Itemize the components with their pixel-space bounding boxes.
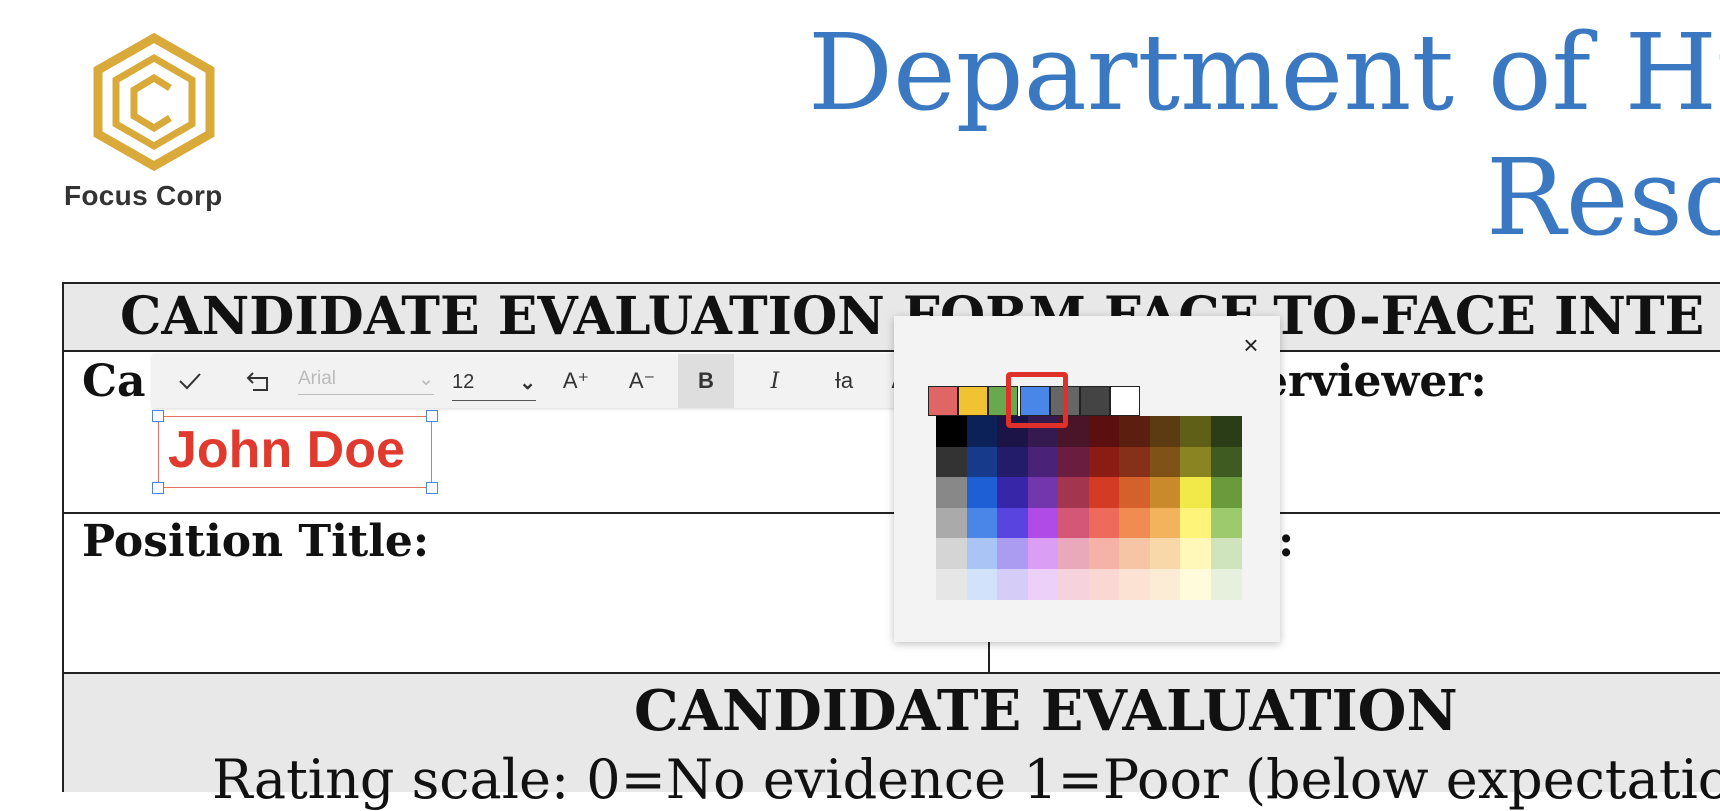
palette-color-swatch[interactable]	[1180, 538, 1211, 569]
increase-font-size-button[interactable]: A⁺	[554, 354, 598, 408]
position-title-label: Position Title:	[82, 516, 430, 567]
recent-color-swatch[interactable]	[1110, 386, 1140, 416]
palette-color-swatch[interactable]	[1058, 538, 1089, 569]
palette-color-swatch[interactable]	[1180, 568, 1211, 600]
palette-color-swatch[interactable]	[1180, 507, 1211, 539]
palette-color-swatch[interactable]	[1149, 477, 1181, 508]
resize-handle-top-left[interactable]	[152, 410, 164, 422]
palette-color-swatch[interactable]	[936, 507, 967, 539]
palette-color-swatch[interactable]	[1027, 568, 1059, 600]
interviewer-label: erviewer:	[1260, 356, 1487, 407]
palette-color-swatch[interactable]	[1088, 507, 1120, 539]
palette-color-swatch[interactable]	[966, 568, 998, 600]
department-heading-line1: Department of Hu	[808, 11, 1720, 134]
chevron-down-icon: ⌄	[519, 371, 536, 394]
palette-color-swatch[interactable]	[1180, 477, 1211, 508]
font-size-value: 12	[452, 370, 475, 393]
palette-color-swatch[interactable]	[1027, 507, 1059, 539]
confirm-button[interactable]	[170, 354, 210, 408]
decrease-font-size-button[interactable]: A⁻	[620, 354, 664, 408]
text-format-toolbar: Arial ⌄ 12 ⌄ A⁺ A⁻ B I Ɨa A	[152, 354, 912, 408]
candidate-name-label: Ca	[82, 356, 146, 407]
candidate-name-text[interactable]: John Doe	[168, 420, 405, 480]
resize-handle-top-right[interactable]	[426, 410, 438, 422]
table-divider	[62, 672, 1720, 674]
palette-color-swatch[interactable]	[936, 568, 967, 600]
palette-color-swatch[interactable]	[997, 446, 1028, 478]
table-divider	[62, 350, 1720, 352]
table-border-left	[62, 282, 64, 792]
font-size-select[interactable]: 12 ⌄	[452, 364, 536, 401]
palette-color-swatch[interactable]	[1149, 568, 1181, 600]
palette-color-swatch[interactable]	[1210, 568, 1242, 600]
palette-color-swatch[interactable]	[997, 568, 1028, 600]
palette-color-swatch[interactable]	[966, 507, 998, 539]
selected-color-highlight	[1006, 372, 1068, 428]
palette-color-swatch[interactable]	[997, 507, 1028, 539]
palette-color-swatch[interactable]	[1058, 568, 1089, 600]
palette-color-swatch[interactable]	[1210, 446, 1242, 478]
table-border-top	[62, 282, 1720, 284]
palette-color-swatch[interactable]	[1119, 416, 1150, 447]
palette-color-swatch[interactable]	[1180, 416, 1211, 447]
palette-color-swatch[interactable]	[1119, 477, 1150, 508]
palette-color-swatch[interactable]	[1088, 416, 1120, 447]
palette-color-swatch[interactable]	[997, 538, 1028, 569]
palette-color-swatch[interactable]	[1058, 477, 1089, 508]
palette-color-swatch[interactable]	[966, 446, 998, 478]
palette-color-swatch[interactable]	[1119, 446, 1150, 478]
palette-color-swatch[interactable]	[1088, 477, 1120, 508]
palette-color-swatch[interactable]	[1119, 568, 1150, 600]
palette-color-swatch[interactable]	[936, 538, 967, 569]
palette-color-swatch[interactable]	[1210, 477, 1242, 508]
palette-color-swatch[interactable]	[1210, 507, 1242, 539]
palette-color-swatch[interactable]	[1027, 477, 1059, 508]
clear-formatting-button[interactable]: Ɨa	[822, 354, 866, 408]
rating-scale-text: Rating scale: 0=No evidence 1=Poor (belo…	[212, 748, 1720, 811]
palette-color-swatch[interactable]	[1149, 538, 1181, 569]
chevron-down-icon: ⌄	[418, 368, 434, 390]
palette-color-swatch[interactable]	[997, 477, 1028, 508]
table-column-divider	[988, 640, 990, 674]
table-divider	[62, 512, 1720, 514]
palette-color-swatch[interactable]	[1149, 416, 1181, 447]
palette-color-swatch[interactable]	[1149, 507, 1181, 539]
palette-color-swatch[interactable]	[1119, 507, 1150, 539]
font-family-select[interactable]: Arial ⌄	[298, 364, 434, 395]
palette-color-swatch[interactable]	[936, 416, 967, 447]
palette-color-swatch[interactable]	[1088, 538, 1120, 569]
italic-button[interactable]: I	[750, 354, 800, 408]
bold-button[interactable]: B	[678, 354, 734, 408]
palette-color-swatch[interactable]	[1180, 446, 1211, 478]
palette-color-swatch[interactable]	[966, 416, 998, 447]
palette-color-swatch[interactable]	[936, 446, 967, 478]
palette-color-swatch[interactable]	[966, 477, 998, 508]
palette-color-swatch[interactable]	[1210, 416, 1242, 447]
check-icon	[179, 373, 201, 390]
recent-color-swatch[interactable]	[958, 386, 988, 416]
palette-color-swatch[interactable]	[1149, 446, 1181, 478]
department-heading-line2: Reso	[1486, 136, 1720, 259]
palette-color-swatch[interactable]	[966, 538, 998, 569]
font-family-value: Arial	[298, 368, 337, 389]
resize-handle-bottom-left[interactable]	[152, 482, 164, 494]
evaluation-title: CANDIDATE EVALUATION	[634, 678, 1458, 744]
palette-color-swatch[interactable]	[1088, 568, 1120, 600]
close-icon[interactable]: ×	[1236, 330, 1266, 360]
undo-icon	[246, 372, 268, 391]
palette-color-swatch[interactable]	[1210, 538, 1242, 569]
palette-color-swatch[interactable]	[1088, 446, 1120, 478]
undo-button[interactable]	[238, 354, 278, 408]
palette-color-swatch[interactable]	[1058, 446, 1089, 478]
recent-color-swatch[interactable]	[1080, 386, 1110, 416]
resize-handle-bottom-right[interactable]	[426, 482, 438, 494]
palette-color-swatch[interactable]	[1058, 507, 1089, 539]
palette-color-swatch[interactable]	[1119, 538, 1150, 569]
palette-color-swatch[interactable]	[936, 477, 967, 508]
recent-color-swatch[interactable]	[928, 386, 958, 416]
logo-text: Focus Corp	[64, 180, 223, 211]
palette-color-swatch[interactable]	[1027, 538, 1059, 569]
palette-color-swatch[interactable]	[1027, 446, 1059, 478]
